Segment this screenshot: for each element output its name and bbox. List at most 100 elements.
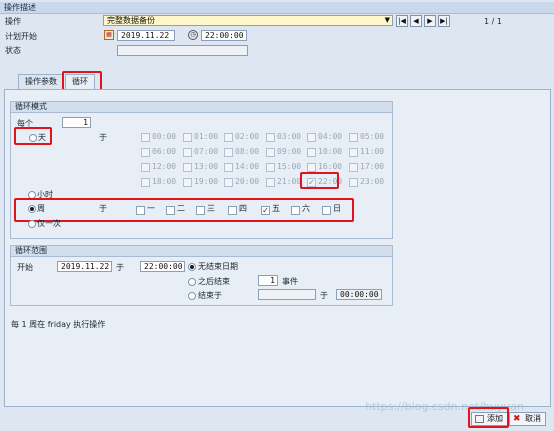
hour-checkbox[interactable] bbox=[183, 148, 192, 157]
hour-label: 22:00 bbox=[318, 177, 343, 186]
radio-week-label: 周 bbox=[37, 204, 45, 213]
hour-checkbox[interactable] bbox=[307, 163, 316, 172]
radio-hour[interactable] bbox=[28, 191, 36, 199]
hour-label: 23:00 bbox=[360, 177, 385, 186]
weekday-checkbox[interactable] bbox=[136, 206, 145, 215]
hour-checkbox[interactable] bbox=[224, 133, 233, 142]
hour-checkbox[interactable] bbox=[349, 163, 358, 172]
hour-checkbox[interactable] bbox=[349, 133, 358, 142]
hour-checkbox[interactable] bbox=[266, 163, 275, 172]
hour-label: 18:00 bbox=[152, 177, 177, 186]
radio-no-end-label: 无结束日期 bbox=[198, 262, 238, 271]
radio-end-on[interactable] bbox=[188, 292, 196, 300]
radio-week[interactable] bbox=[28, 205, 36, 213]
add-icon bbox=[475, 415, 484, 423]
hour-checkbox[interactable] bbox=[349, 178, 358, 187]
section-header: 操作描述 bbox=[0, 2, 554, 14]
weekday-label: 三 bbox=[207, 204, 215, 213]
next-page-icon[interactable]: ▶ bbox=[424, 15, 436, 27]
cancel-button[interactable]: ✖ 取消 bbox=[509, 412, 546, 426]
op-label: 操作 bbox=[5, 17, 21, 26]
hour-label: 07:00 bbox=[194, 147, 219, 156]
weekday-checkbox[interactable] bbox=[196, 206, 205, 215]
hour-label: 20:00 bbox=[235, 177, 260, 186]
hour-checkbox[interactable] bbox=[224, 148, 233, 157]
op-select[interactable]: 完整数据备份 ▼ bbox=[103, 15, 393, 26]
weekday-label: 四 bbox=[239, 204, 247, 213]
hour-checkbox[interactable] bbox=[183, 163, 192, 172]
hour-checkbox[interactable] bbox=[224, 178, 233, 187]
hour-label: 16:00 bbox=[318, 162, 343, 171]
weekday-label: 日 bbox=[333, 204, 341, 213]
hour-checkbox[interactable] bbox=[307, 133, 316, 142]
start-label: 开始 bbox=[17, 263, 33, 272]
hour-checkbox[interactable] bbox=[266, 133, 275, 142]
weekday-checkbox[interactable] bbox=[322, 206, 331, 215]
weekday-checkbox[interactable] bbox=[228, 206, 237, 215]
add-button[interactable]: 添加 bbox=[471, 412, 508, 426]
hour-checkbox[interactable] bbox=[224, 163, 233, 172]
plan-label: 计划开始 bbox=[5, 32, 37, 41]
weekday-label: 二 bbox=[177, 204, 185, 213]
hour-checkbox[interactable] bbox=[141, 163, 150, 172]
hour-label: 10:00 bbox=[318, 147, 343, 156]
hour-label: 08:00 bbox=[235, 147, 260, 156]
range-start-time[interactable]: 22:00:00 bbox=[140, 261, 185, 272]
hour-checkbox[interactable] bbox=[349, 148, 358, 157]
radio-hour-label: 小时 bbox=[37, 190, 53, 199]
last-page-icon[interactable]: ▶| bbox=[438, 15, 450, 27]
hour-checkbox[interactable] bbox=[307, 148, 316, 157]
radio-end-on-label: 结束于 bbox=[198, 291, 222, 300]
hour-checkbox[interactable]: ✓ bbox=[307, 178, 316, 187]
end-time-field[interactable]: 00:00:00 bbox=[336, 289, 382, 300]
hour-label: 19:00 bbox=[194, 177, 219, 186]
range-at-label: 于 bbox=[116, 263, 124, 272]
status-field bbox=[117, 45, 248, 56]
radio-day[interactable] bbox=[29, 134, 37, 142]
hour-label: 15:00 bbox=[277, 162, 302, 171]
hour-checkbox[interactable] bbox=[141, 148, 150, 157]
end-at-label: 于 bbox=[320, 291, 328, 300]
calendar-icon[interactable]: ▦ bbox=[104, 30, 114, 40]
tab-op-params[interactable]: 操作参数 bbox=[18, 74, 64, 90]
radio-day-label: 天 bbox=[38, 133, 46, 142]
every-input[interactable]: 1 bbox=[62, 117, 91, 128]
end-date-field[interactable] bbox=[258, 289, 316, 300]
hour-checkbox[interactable] bbox=[183, 178, 192, 187]
hour-label: 00:00 bbox=[152, 132, 177, 141]
dropdown-arrow-icon[interactable]: ▼ bbox=[385, 16, 390, 25]
radio-once[interactable] bbox=[28, 220, 36, 228]
page-indicator: 1 / 1 bbox=[484, 17, 502, 26]
hour-checkbox[interactable] bbox=[266, 178, 275, 187]
clock-icon[interactable]: ◷ bbox=[188, 30, 198, 40]
cancel-button-label: 取消 bbox=[525, 414, 541, 423]
radio-after-end[interactable] bbox=[188, 278, 196, 286]
radio-after-end-label: 之后结束 bbox=[198, 277, 230, 286]
plan-date-field[interactable]: 2019.11.22 bbox=[117, 30, 175, 41]
weekday-checkbox[interactable] bbox=[166, 206, 175, 215]
plan-time-field[interactable]: 22:00:00 bbox=[201, 30, 247, 41]
range-start-date[interactable]: 2019.11.22 bbox=[57, 261, 112, 272]
weekday-checkbox[interactable] bbox=[291, 206, 300, 215]
weekday-label: 五 bbox=[272, 204, 280, 213]
first-page-icon[interactable]: |◀ bbox=[396, 15, 408, 27]
status-label: 状态 bbox=[5, 46, 21, 55]
hour-label: 12:00 bbox=[152, 162, 177, 171]
weekday-checkbox[interactable]: ✓ bbox=[261, 206, 270, 215]
prev-page-icon[interactable]: ◀ bbox=[410, 15, 422, 27]
cancel-icon: ✖ bbox=[513, 414, 521, 424]
hour-label: 17:00 bbox=[360, 162, 385, 171]
hour-label: 11:00 bbox=[360, 147, 385, 156]
radio-no-end[interactable] bbox=[188, 263, 196, 271]
hour-checkbox[interactable] bbox=[266, 148, 275, 157]
hour-checkbox[interactable] bbox=[141, 133, 150, 142]
radio-once-label: 仅一次 bbox=[37, 219, 61, 228]
summary-text: 每 1 周在 friday 执行操作 bbox=[11, 320, 106, 329]
hour-label: 06:00 bbox=[152, 147, 177, 156]
hour-label: 09:00 bbox=[277, 147, 302, 156]
hour-label: 21:00 bbox=[277, 177, 302, 186]
hour-checkbox[interactable] bbox=[141, 178, 150, 187]
hour-label: 02:00 bbox=[235, 132, 260, 141]
count-input[interactable]: 1 bbox=[258, 275, 278, 286]
hour-checkbox[interactable] bbox=[183, 133, 192, 142]
